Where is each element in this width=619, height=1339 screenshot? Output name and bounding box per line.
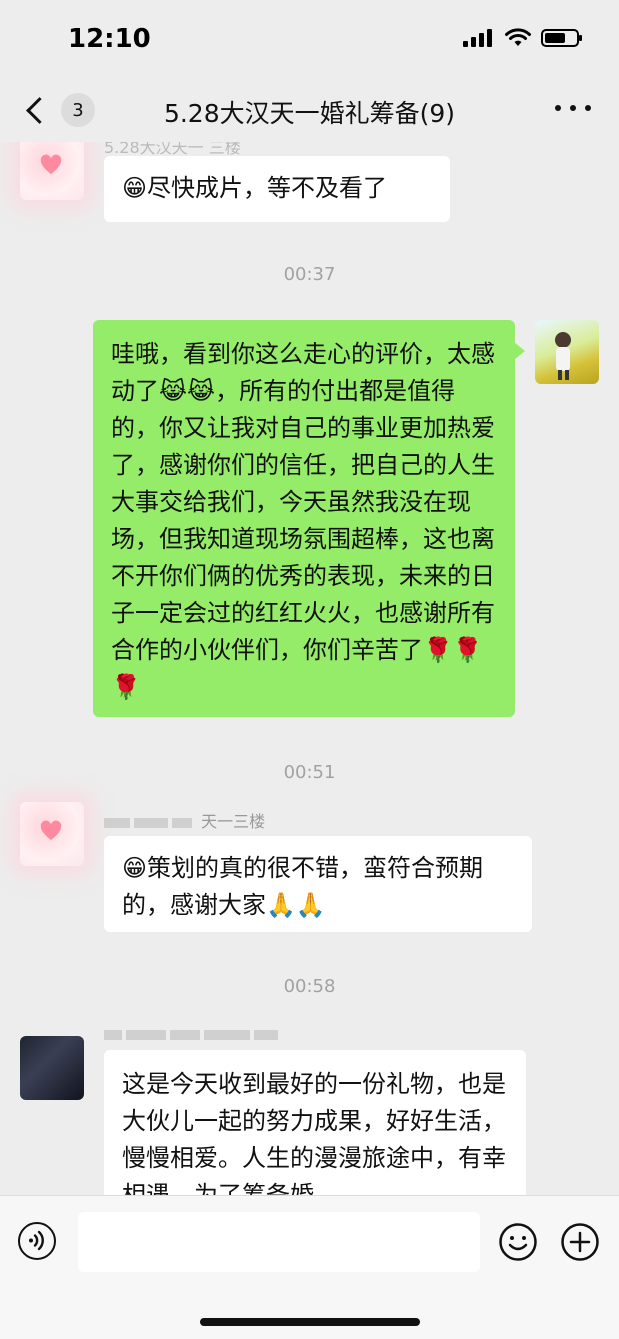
unread-count-badge: 3	[61, 93, 95, 127]
plus-button[interactable]	[560, 1222, 600, 1262]
timestamp: 00:37	[283, 264, 336, 285]
chevron-left-icon	[26, 96, 53, 124]
emoji-icon	[499, 1223, 537, 1261]
voice-icon	[29, 1230, 44, 1251]
battery-icon	[541, 29, 582, 47]
message-bubble[interactable]: 😁策划的真的很不错，蛮符合预期的，感谢大家🙏🙏	[104, 836, 532, 932]
more-button[interactable]	[555, 102, 591, 114]
signal-icon	[463, 29, 492, 47]
heart-icon	[40, 820, 62, 841]
timestamp: 00:51	[283, 762, 336, 783]
more-icon	[555, 105, 561, 111]
status-icons	[463, 28, 582, 48]
heart-icon	[40, 154, 62, 175]
message-sent: 哇哦，看到你这么走心的评价，太感动了😹😹，所有的付出都是值得的，你又让我对自己的…	[0, 320, 619, 720]
avatar[interactable]	[20, 802, 84, 866]
timestamp: 00:58	[283, 976, 336, 997]
status-bar: 12:10	[0, 0, 619, 80]
message-input[interactable]	[78, 1212, 480, 1272]
message-bubble[interactable]: 哇哦，看到你这么走心的评价，太感动了😹😹，所有的付出都是值得的，你又让我对自己的…	[93, 320, 525, 717]
wifi-icon	[505, 28, 531, 46]
message-received: 天一三楼 😁策划的真的很不错，蛮符合预期的，感谢大家🙏🙏	[0, 802, 619, 942]
avatar[interactable]	[20, 1036, 84, 1100]
chat-title: 5.28大汉天一婚礼筹备(9)	[163, 99, 456, 128]
sender-name	[104, 1024, 282, 1043]
status-time: 12:10	[68, 24, 151, 54]
sender-name-text: 天一三楼	[201, 812, 266, 831]
nav-bar: 3 5.28大汉天一婚礼筹备(9)	[0, 80, 619, 142]
emoji-button[interactable]	[498, 1222, 538, 1262]
message-received: 5.28大汉天一 三楼 😁尽快成片，等不及看了	[0, 142, 619, 232]
avatar[interactable]	[535, 320, 599, 384]
plus-icon	[561, 1223, 599, 1261]
voice-button[interactable]	[18, 1222, 56, 1260]
sender-name: 天一三楼	[104, 808, 265, 832]
message-bubble[interactable]: 😁尽快成片，等不及看了	[104, 156, 450, 222]
message-list[interactable]: 5.28大汉天一 三楼 😁尽快成片，等不及看了 00:37 哇哦，看到你这么走心…	[0, 142, 619, 1195]
home-indicator	[200, 1318, 420, 1326]
chat-screen: 12:10 3 5.28大汉天一婚礼筹备(9) 5.28大汉天一 三楼 😁尽快成…	[0, 0, 619, 1339]
message-received: 这是今天收到最好的一份礼物，也是大伙儿一起的努力成果，好好生活，慢慢相爱。人生的…	[0, 1022, 619, 1195]
message-bubble[interactable]: 这是今天收到最好的一份礼物，也是大伙儿一起的努力成果，好好生活，慢慢相爱。人生的…	[104, 1050, 526, 1195]
portrait-icon	[555, 332, 571, 380]
avatar[interactable]	[20, 142, 84, 200]
back-button[interactable]: 3	[18, 88, 98, 132]
